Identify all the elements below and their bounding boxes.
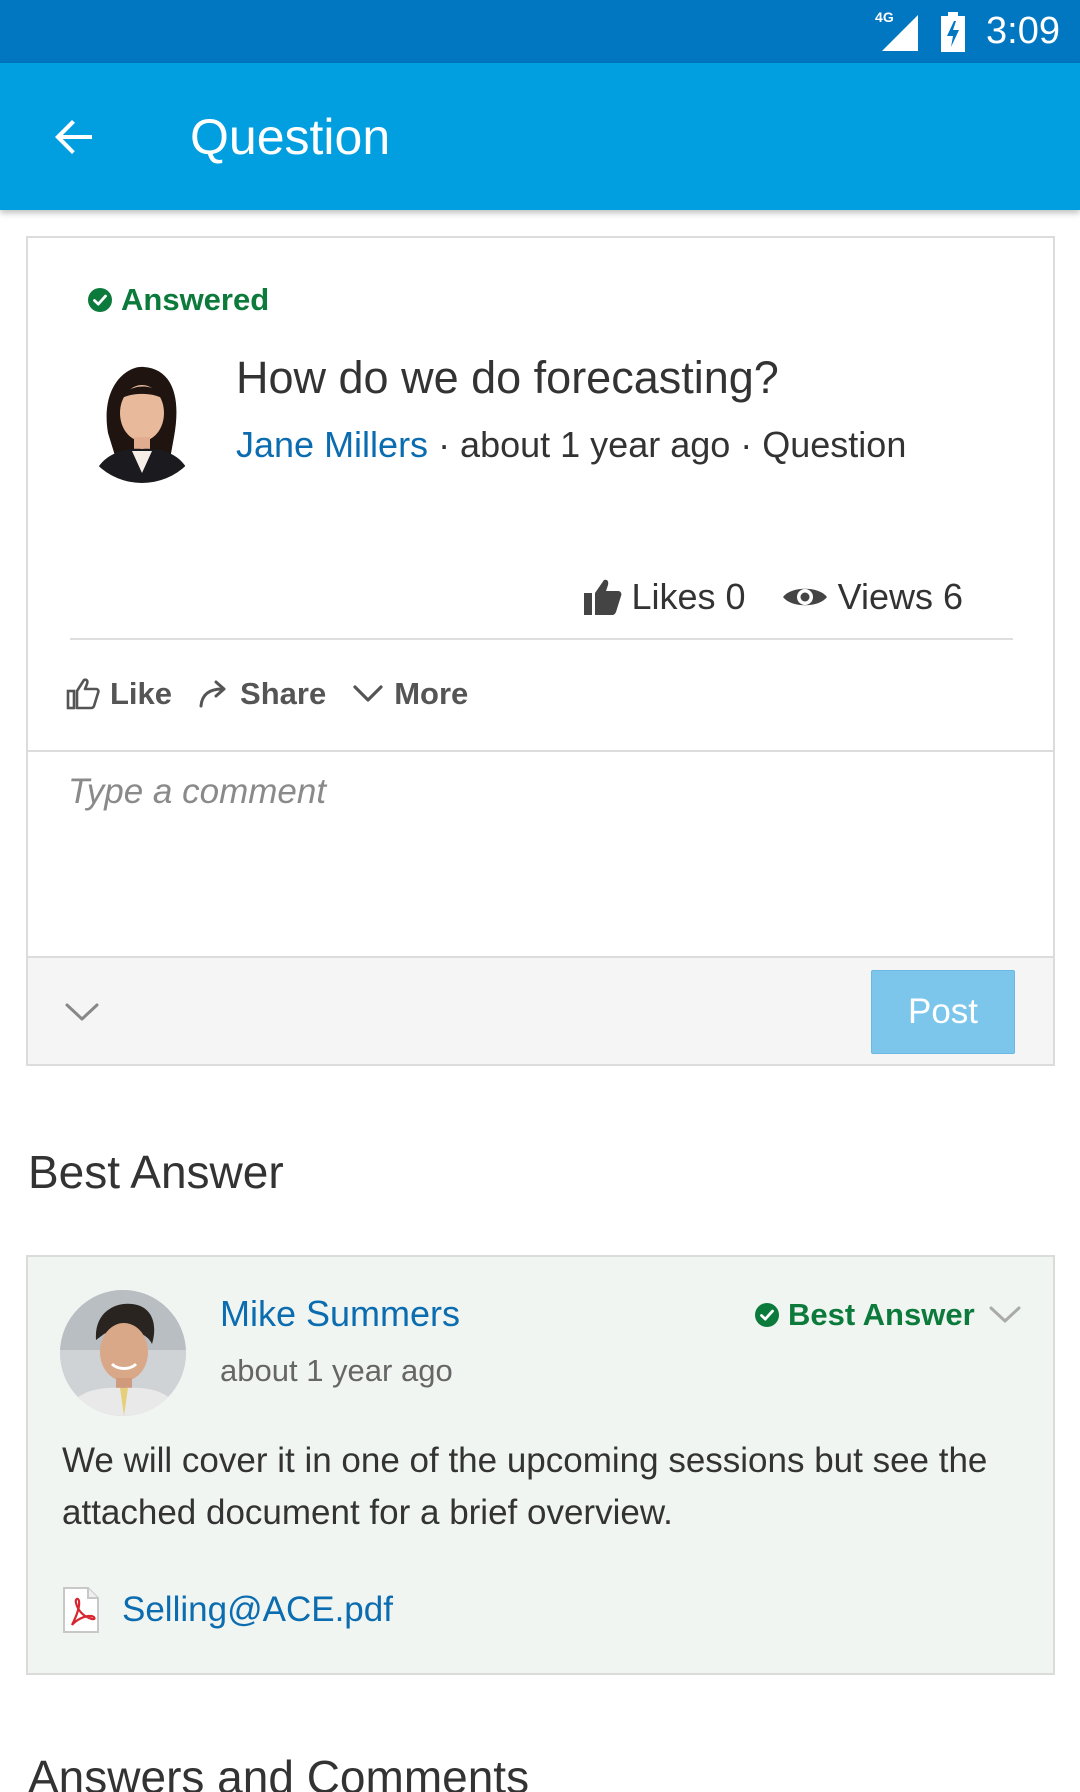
answer-time: about 1 year ago (220, 1353, 453, 1388)
chevron-down-icon (989, 1306, 1021, 1323)
pdf-icon (63, 1587, 99, 1633)
avatar[interactable] (60, 1290, 186, 1416)
collapse-button[interactable] (62, 992, 102, 1032)
author-link[interactable]: Jane Millers (236, 424, 428, 465)
answers-comments-heading: Answers and Comments (28, 1751, 530, 1792)
thumbs-up-icon (583, 579, 621, 615)
page-title: Question (190, 109, 391, 165)
back-button[interactable] (40, 103, 108, 171)
status-time: 3:09 (986, 10, 1060, 52)
views-stat: Views 6 (782, 576, 963, 618)
best-answer-card: Mike Summers about 1 year ago Best Answe… (26, 1255, 1055, 1675)
back-arrow-icon (55, 120, 92, 154)
best-answer-heading: Best Answer (28, 1146, 284, 1198)
like-label: Like (110, 676, 173, 711)
answered-label: Answered (121, 282, 270, 317)
attachment-name: Selling@ACE.pdf (122, 1590, 393, 1629)
check-circle-icon (88, 288, 112, 312)
best-answer-badge: Best Answer (755, 1297, 975, 1333)
question-meta: Jane Millers · about 1 year ago · Questi… (236, 424, 906, 466)
chevron-down-icon (65, 1003, 99, 1021)
question-card: Answered How do we do forecasting? Jane … (26, 236, 1055, 1066)
answer-body: We will cover it in one of the upcoming … (62, 1441, 988, 1532)
avatar[interactable] (78, 355, 206, 483)
question-actions: Like Share More (66, 676, 468, 712)
comment-input[interactable] (68, 772, 968, 812)
question-meta-text: · about 1 year ago · Question (428, 424, 907, 465)
more-label: More (394, 676, 469, 711)
views-label: Views 6 (837, 576, 963, 617)
check-circle-icon (755, 1303, 779, 1327)
thumbs-up-icon (66, 678, 100, 710)
likes-stat: Likes 0 (583, 576, 746, 618)
like-button[interactable]: Like (66, 676, 172, 712)
attachment-link[interactable]: Selling@ACE.pdf (62, 1587, 393, 1633)
comment-footer: Post (28, 958, 1053, 1064)
best-answer-badge-label: Best Answer (788, 1297, 975, 1332)
eye-icon (782, 588, 827, 606)
answered-badge: Answered (88, 282, 269, 318)
likes-label: Likes 0 (631, 576, 746, 617)
chevron-down-icon (353, 685, 383, 702)
app-bar: Question (0, 63, 1080, 210)
status-bar: 4G 3:09 (0, 0, 1080, 63)
answer-author-link[interactable]: Mike Summers (220, 1293, 460, 1335)
question-title: How do we do forecasting? (236, 352, 779, 403)
comment-box (28, 750, 1053, 958)
share-label: Share (240, 676, 327, 711)
more-button[interactable]: More (352, 676, 468, 712)
signal-icon: 4G (875, 8, 920, 53)
answer-options-button[interactable] (987, 1297, 1023, 1333)
question-stats: Likes 0 Views 6 (583, 576, 963, 618)
post-button[interactable]: Post (871, 970, 1015, 1054)
share-icon (199, 680, 226, 708)
share-button[interactable]: Share (198, 676, 326, 712)
divider (70, 638, 1013, 640)
network-type: 4G (875, 8, 894, 25)
battery-icon (940, 11, 966, 53)
status-icons: 4G 3:09 (875, 0, 1060, 63)
